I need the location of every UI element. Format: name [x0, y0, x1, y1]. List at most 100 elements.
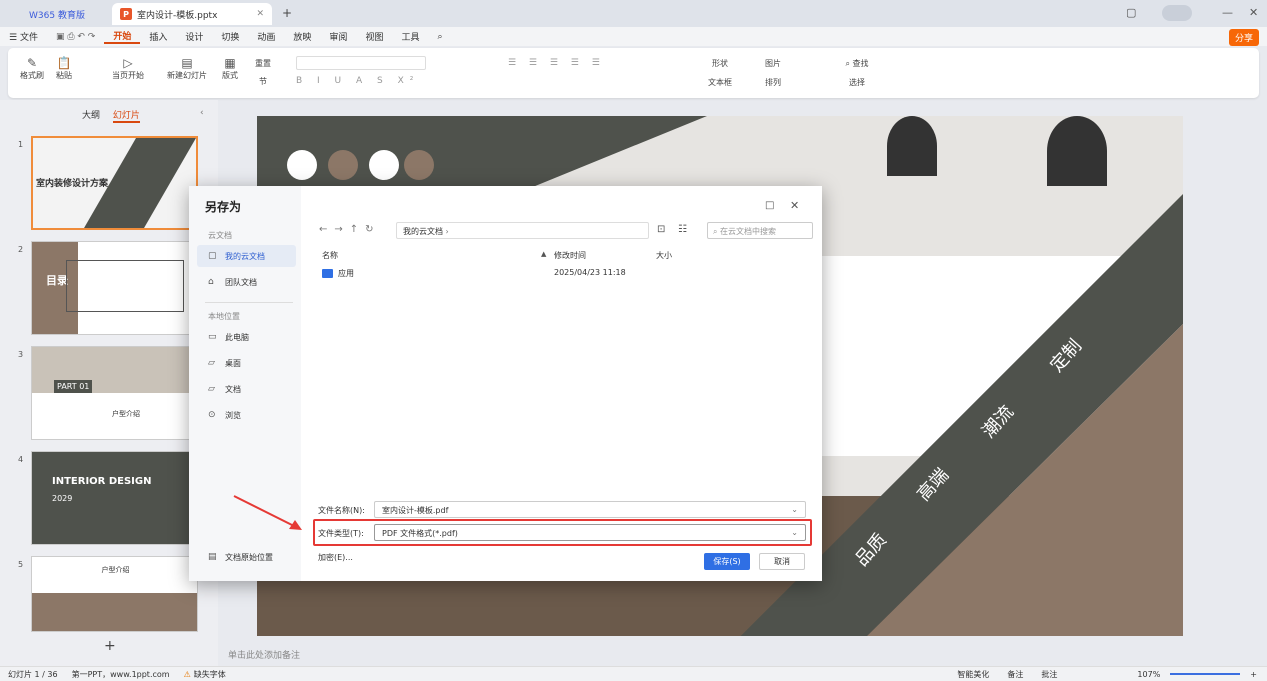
status-bar: 幻灯片 1 / 36 第一PPT，www.1ppt.com ⚠ 缺失字体 智能美… — [0, 666, 1267, 681]
minimize-icon[interactable]: — — [1222, 6, 1233, 19]
slide-thumbnail-4[interactable]: INTERIOR DESIGN 2029 — [31, 451, 198, 545]
thumb-subtitle: 2029 — [52, 494, 73, 503]
zoom-in-icon[interactable]: + — [1250, 670, 1257, 679]
notes-button[interactable]: 备注 — [1007, 669, 1023, 680]
find-button[interactable]: ⌕ 查找 — [840, 58, 874, 69]
menu-tools[interactable]: 工具 — [392, 30, 428, 43]
cancel-button[interactable]: 取消 — [759, 553, 805, 570]
ribbon-toolbar: ✎ 格式刷 📋 粘贴 ▷ 当页开始 ▤ 新建幻灯片 ▦ 版式 重置 节 B I U A S… — [8, 48, 1259, 98]
menu-design[interactable]: 设计 — [176, 30, 212, 43]
collapse-panel-icon[interactable]: ‹ — [200, 108, 204, 118]
sidebar-item-documents[interactable]: ▱ 文档 — [197, 378, 296, 400]
filename-value: 室内设计-模板.pdf — [382, 506, 449, 515]
paste-button[interactable]: 📋 粘贴 — [50, 56, 78, 81]
select-button[interactable]: 选择 — [840, 77, 874, 88]
column-size[interactable]: 大小 — [656, 250, 672, 261]
title-bar: W365 教育版 P 室内设计-模板.pptx ✕ + ▢ — ✕ — [0, 0, 1267, 27]
textbox-button[interactable]: 文本框 — [700, 77, 740, 88]
layout-button[interactable]: ▦ 版式 — [218, 56, 242, 81]
slide-number: 2 — [18, 245, 24, 254]
filetype-label: 文件类型(T): — [318, 529, 364, 538]
new-slide-icon: ▤ — [181, 56, 193, 70]
new-slide-button[interactable]: ▤ 新建幻灯片 — [162, 56, 212, 81]
from-current-label: 当页开始 — [112, 71, 144, 80]
close-window-icon[interactable]: ✕ — [1249, 6, 1258, 19]
slide-thumbnail-5[interactable]: 户型介绍 — [31, 556, 198, 632]
sidebar-item-my-cloud[interactable]: ▢ 我的云文档 — [197, 245, 296, 267]
menu-animation[interactable]: 动画 — [248, 30, 284, 43]
picture-label: 图片 — [765, 59, 781, 68]
beautify-button[interactable]: 智能美化 — [957, 669, 989, 680]
more-icon: ⊙ — [208, 410, 216, 420]
tab-slides[interactable]: 幻灯片 — [112, 111, 140, 123]
menu-home[interactable]: 开始 — [104, 29, 141, 44]
path-breadcrumb[interactable]: 我的云文档 › — [396, 222, 649, 239]
document-icon: ▤ — [208, 552, 217, 562]
sidebar-item-label: 团队文档 — [225, 277, 257, 287]
menu-transition[interactable]: 切换 — [212, 30, 248, 43]
tab-home[interactable]: W365 教育版 — [8, 3, 106, 25]
menu-file[interactable]: ☰ 文件 — [0, 30, 47, 43]
menu-insert[interactable]: 插入 — [140, 30, 176, 43]
comment-button[interactable]: 批注 — [1041, 669, 1057, 680]
list-item[interactable]: 应用 2025/04/23 11:18 — [322, 268, 802, 284]
font-style-buttons[interactable]: B I U A S X² — [296, 76, 419, 86]
search-input[interactable]: ⌕ 在云文档中搜索 — [707, 222, 813, 239]
save-button[interactable]: 保存(S) — [704, 553, 750, 570]
share-button[interactable]: 分享 — [1228, 29, 1259, 46]
zoom-level[interactable]: 107% — [1137, 670, 1160, 679]
format-painter-button[interactable]: ✎ 格式刷 — [18, 56, 46, 81]
tab-outline[interactable]: 大纲 — [82, 111, 100, 121]
menu-review[interactable]: 审阅 — [320, 30, 356, 43]
paragraph-buttons[interactable]: ☰ ☰ ☰ ☰ ☰ — [508, 58, 605, 68]
filename-field[interactable]: 室内设计-模板.pdf ⌄ — [374, 501, 806, 518]
layout-icon[interactable]: ▢ — [1126, 6, 1136, 19]
sidebar-item-team[interactable]: ⌂ 团队文档 — [197, 271, 296, 293]
add-slide-icon[interactable]: + — [104, 638, 116, 654]
sidebar-item-this-pc[interactable]: ▭ 此电脑 — [197, 326, 296, 348]
nav-buttons[interactable]: ←→↑↻ — [319, 224, 381, 235]
find-label: 查找 — [852, 59, 869, 68]
close-tab-icon[interactable]: ✕ — [256, 9, 264, 19]
picture-button[interactable]: 图片 — [753, 58, 793, 69]
new-folder-icon[interactable]: ⊡ — [657, 224, 665, 235]
view-mode-icon[interactable]: ☷ — [678, 224, 687, 235]
notes-placeholder[interactable]: 单击此处添加备注 — [228, 648, 300, 661]
quick-access-icons[interactable]: ▣ ⎙ ↶ ↷ — [47, 32, 104, 42]
layout-label: 版式 — [222, 71, 238, 80]
menu-slideshow[interactable]: 放映 — [284, 30, 320, 43]
slide-thumbnail-3[interactable]: PART 01 户型介绍 — [31, 346, 198, 440]
brush-icon: ✎ — [26, 56, 38, 70]
search-icon[interactable]: ⌕ — [428, 32, 451, 42]
section-button[interactable]: 节 — [248, 76, 278, 87]
slide-thumbnail-1[interactable]: 室内装修设计方案 — [31, 136, 198, 230]
sidebar-item-desktop[interactable]: ▱ 桌面 — [197, 352, 296, 374]
arrange-button[interactable]: 排列 — [753, 77, 793, 88]
new-slide-label: 新建幻灯片 — [167, 71, 207, 80]
textbox-label: 文本框 — [708, 78, 732, 87]
folder-icon — [322, 269, 333, 278]
menu-view[interactable]: 视图 — [356, 30, 392, 43]
theme-name[interactable]: 第一PPT，www.1ppt.com — [72, 669, 170, 680]
font-name-select[interactable] — [296, 56, 426, 70]
from-current-button[interactable]: ▷ 当页开始 — [106, 56, 150, 81]
filetype-select[interactable]: PDF 文件格式(*.pdf) ⌄ — [374, 524, 806, 541]
close-icon[interactable]: ✕ — [790, 199, 799, 212]
sidebar-item-original-location[interactable]: ▤ 文档原始位置 — [197, 546, 296, 568]
sidebar-item-browse[interactable]: ⊙ 浏览 — [197, 404, 296, 426]
avatar[interactable] — [1162, 5, 1192, 21]
column-name[interactable]: 名称 — [322, 250, 338, 261]
encrypt-link[interactable]: 加密(E)... — [318, 552, 353, 563]
shape-button[interactable]: 形状 — [700, 58, 740, 69]
missing-font[interactable]: 缺失字体 — [194, 669, 226, 680]
maximize-icon[interactable]: □ — [765, 200, 774, 211]
thumb-title: PART 01 — [54, 380, 93, 393]
zoom-slider[interactable] — [1170, 673, 1241, 675]
slide-thumbnail-2[interactable]: 目录 — [31, 241, 198, 335]
sidebar-item-label: 文档原始位置 — [225, 552, 273, 562]
reset-button[interactable]: 重置 — [248, 58, 278, 69]
tab-document[interactable]: P 室内设计-模板.pptx ✕ — [112, 3, 272, 25]
file-modified: 2025/04/23 11:18 — [554, 268, 626, 277]
new-tab-icon[interactable]: + — [282, 6, 292, 20]
column-modified[interactable]: 修改时间 — [554, 250, 586, 261]
